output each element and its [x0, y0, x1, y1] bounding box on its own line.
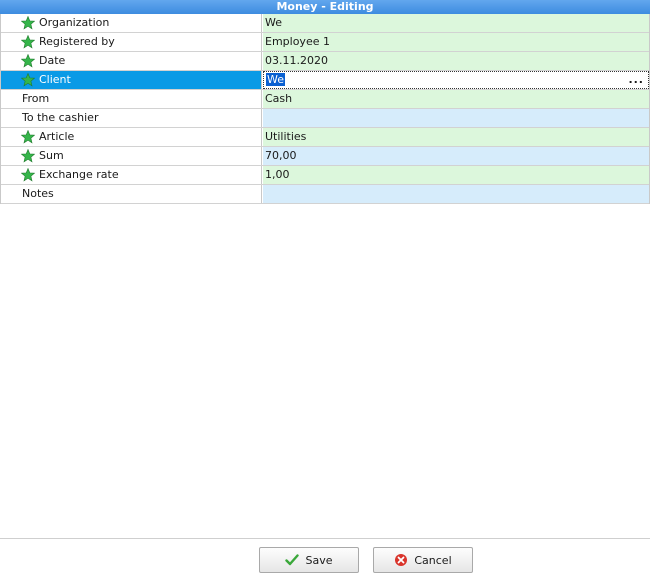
field-label-text: Notes — [22, 187, 54, 200]
save-button[interactable]: Save — [259, 547, 359, 573]
field-label-text: Organization — [39, 16, 110, 29]
checkmark-icon — [285, 554, 300, 566]
field-label-article: Article — [1, 128, 262, 146]
field-label-text: To the cashier — [22, 111, 99, 124]
field-row-registered-by[interactable]: Registered by Employee 1 — [1, 33, 649, 52]
field-value-from[interactable]: Cash — [263, 90, 649, 108]
field-value-client-input[interactable]: We ... — [263, 71, 649, 89]
save-button-label: Save — [305, 553, 333, 567]
field-row-sum[interactable]: Sum 70,00 — [1, 147, 649, 166]
field-row-exchange-rate[interactable]: Exchange rate 1,00 — [1, 166, 649, 185]
star-icon — [21, 16, 35, 30]
field-label-text: Registered by — [39, 35, 115, 48]
field-row-client[interactable]: Client We ... — [1, 71, 649, 90]
field-label-organization: Organization — [1, 14, 262, 32]
star-icon — [21, 73, 35, 87]
field-label-text: From — [22, 92, 50, 105]
client-picker-button[interactable]: ... — [628, 72, 644, 88]
field-value-exchange-rate[interactable]: 1,00 — [263, 166, 649, 184]
field-label-from: From — [1, 90, 262, 108]
field-label-sum: Sum — [1, 147, 262, 165]
field-value-date[interactable]: 03.11.2020 — [263, 52, 649, 70]
field-label-text: Article — [39, 130, 75, 143]
cancel-button[interactable]: Cancel — [373, 547, 473, 573]
field-label-text: Sum — [39, 149, 64, 162]
field-value-article[interactable]: Utilities — [263, 128, 649, 146]
cancel-icon — [395, 554, 408, 566]
field-label-to-the-cashier: To the cashier — [1, 109, 262, 127]
field-row-notes[interactable]: Notes — [1, 185, 649, 204]
field-label-client: Client — [1, 71, 262, 89]
cancel-button-label: Cancel — [414, 553, 452, 567]
field-value-organization[interactable]: We — [263, 14, 649, 32]
field-label-text: Exchange rate — [39, 168, 119, 181]
field-row-date[interactable]: Date 03.11.2020 — [1, 52, 649, 71]
field-label-text: Date — [39, 54, 66, 67]
dialog-footer: Save Cancel — [0, 538, 650, 584]
star-icon — [21, 149, 35, 163]
field-row-to-the-cashier[interactable]: To the cashier — [1, 109, 649, 128]
field-label-exchange-rate: Exchange rate — [1, 166, 262, 184]
field-label-notes: Notes — [1, 185, 262, 203]
star-icon — [21, 35, 35, 49]
star-icon — [21, 130, 35, 144]
field-label-registered-by: Registered by — [1, 33, 262, 51]
field-row-organization[interactable]: Organization We — [1, 14, 649, 33]
field-row-from[interactable]: From Cash — [1, 90, 649, 109]
field-value-sum[interactable]: 70,00 — [263, 147, 649, 165]
property-grid: Organization We Registered by Employee 1… — [0, 14, 650, 204]
client-selected-text: We — [266, 73, 285, 86]
field-row-article[interactable]: Article Utilities — [1, 128, 649, 147]
star-icon — [21, 168, 35, 182]
field-label-date: Date — [1, 52, 262, 70]
field-value-to-the-cashier[interactable] — [263, 109, 649, 127]
window-title: Money - Editing — [0, 0, 650, 14]
field-value-registered-by[interactable]: Employee 1 — [263, 33, 649, 51]
field-label-text: Client — [39, 73, 71, 86]
field-value-notes[interactable] — [263, 185, 649, 203]
star-icon — [21, 54, 35, 68]
